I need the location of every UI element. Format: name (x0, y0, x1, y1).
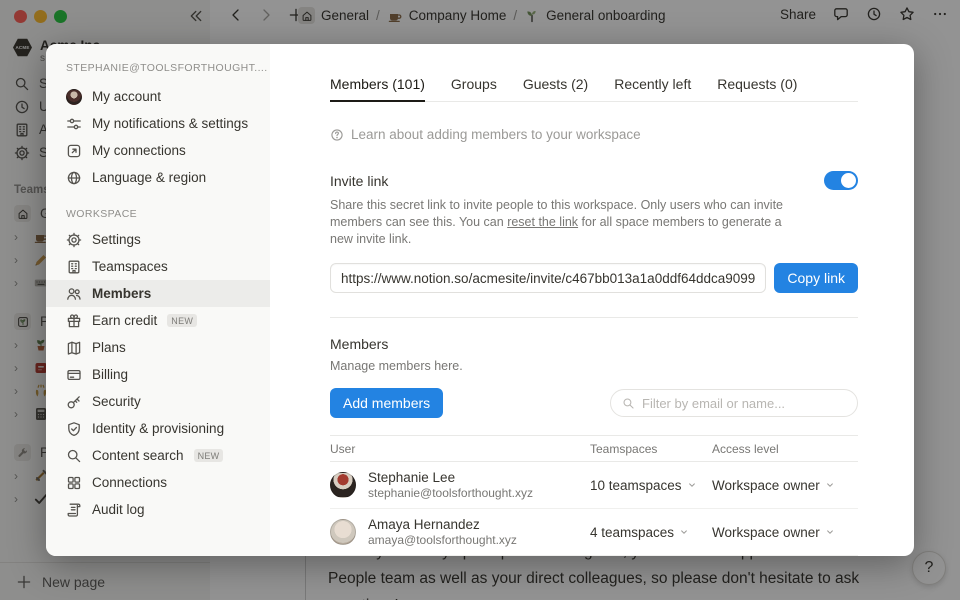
teamspaces-dropdown[interactable]: 4 teamspaces (590, 525, 712, 540)
settings-item-plans[interactable]: Plans (46, 334, 270, 361)
search-icon (622, 397, 635, 410)
settings-item-audit-log[interactable]: Audit log (46, 496, 270, 523)
member-filter-input[interactable] (642, 396, 846, 411)
access-level-dropdown[interactable]: Workspace owner (712, 525, 858, 540)
chevron-down-icon (679, 527, 689, 537)
avatar-icon (66, 89, 82, 105)
add-members-button[interactable]: Add members (330, 388, 443, 418)
sliders-icon (66, 116, 82, 132)
avatar (330, 472, 356, 498)
invite-link-title: Invite link (330, 173, 388, 189)
settings-item-connections[interactable]: Connections (46, 469, 270, 496)
tab-members[interactable]: Members (101) (330, 76, 425, 101)
scroll-icon (66, 502, 82, 518)
member-row: Stephanie Lee stephanie@toolsforthought.… (330, 462, 858, 509)
grid-icon (66, 475, 82, 491)
avatar (330, 519, 356, 545)
settings-item-my-connections[interactable]: My connections (46, 137, 270, 164)
learn-link[interactable]: Learn about adding members to your works… (330, 127, 858, 142)
screen: General / Company Home / General onboard… (0, 0, 960, 600)
chevron-down-icon (687, 480, 697, 490)
chevron-down-icon (825, 527, 835, 537)
settings-item-settings[interactable]: Settings (46, 226, 270, 253)
settings-modal-content: Members (101) Groups Guests (2) Recently… (270, 44, 914, 556)
workspace-section-header: WORKSPACE (46, 208, 270, 220)
column-teamspaces: Teamspaces (590, 442, 712, 456)
column-access-level: Access level (712, 442, 858, 456)
settings-item-billing[interactable]: Billing (46, 361, 270, 388)
new-badge: NEW (194, 449, 224, 462)
map-icon (66, 340, 82, 356)
toggle-knob (841, 173, 856, 188)
arrow-up-right-box-icon (66, 143, 82, 159)
member-name: Stephanie Lee (368, 469, 533, 486)
tab-recently-left[interactable]: Recently left (614, 76, 691, 101)
settings-item-earn-credit[interactable]: Earn credit NEW (46, 307, 270, 334)
members-table-header: User Teamspaces Access level (330, 435, 858, 462)
gear-icon (66, 232, 82, 248)
settings-modal-sidebar: STEPHANIE@TOOLSFORTHOUGHT.... My account… (46, 44, 270, 556)
copy-link-button[interactable]: Copy link (774, 263, 858, 293)
members-table: User Teamspaces Access level Stephanie L… (330, 435, 858, 556)
building-icon (66, 259, 82, 275)
key-icon (66, 394, 82, 410)
members-tabs: Members (101) Groups Guests (2) Recently… (330, 76, 858, 102)
shield-check-icon (66, 421, 82, 437)
settings-item-members[interactable]: Members (46, 280, 270, 307)
globe-icon (66, 170, 82, 186)
settings-item-my-notifications[interactable]: My notifications & settings (46, 110, 270, 137)
settings-item-teamspaces[interactable]: Teamspaces (46, 253, 270, 280)
tab-requests[interactable]: Requests (0) (717, 76, 797, 101)
tab-groups[interactable]: Groups (451, 76, 497, 101)
gift-icon (66, 313, 82, 329)
account-email-header: STEPHANIE@TOOLSFORTHOUGHT.... (46, 62, 270, 74)
tab-guests[interactable]: Guests (2) (523, 76, 588, 101)
member-email: amaya@toolsforthought.xyz (368, 533, 517, 548)
reset-link[interactable]: reset the link (507, 215, 578, 229)
people-icon (66, 286, 82, 302)
member-email: stephanie@toolsforthought.xyz (368, 486, 533, 501)
settings-item-content-search[interactable]: Content search NEW (46, 442, 270, 469)
teamspaces-dropdown[interactable]: 10 teamspaces (590, 478, 712, 493)
question-circle-icon (330, 128, 344, 142)
members-section-title: Members (330, 336, 858, 352)
settings-modal: STEPHANIE@TOOLSFORTHOUGHT.... My account… (46, 44, 914, 556)
member-filter (610, 389, 858, 417)
settings-item-language-region[interactable]: Language & region (46, 164, 270, 191)
settings-item-security[interactable]: Security (46, 388, 270, 415)
search-icon (66, 448, 82, 464)
settings-item-my-account[interactable]: My account (46, 83, 270, 110)
invite-url-input[interactable] (330, 263, 766, 293)
access-level-dropdown[interactable]: Workspace owner (712, 478, 858, 493)
invite-link-toggle[interactable] (824, 171, 858, 190)
column-user: User (330, 442, 590, 456)
members-section-subtitle: Manage members here. (330, 359, 858, 373)
credit-card-icon (66, 367, 82, 383)
new-badge: NEW (167, 314, 197, 327)
settings-item-identity-provisioning[interactable]: Identity & provisioning (46, 415, 270, 442)
member-row: Amaya Hernandez amaya@toolsforthought.xy… (330, 509, 858, 556)
chevron-down-icon (825, 480, 835, 490)
invite-link-description: Share this secret link to invite people … (330, 197, 796, 248)
section-divider (330, 317, 858, 318)
member-name: Amaya Hernandez (368, 516, 517, 533)
